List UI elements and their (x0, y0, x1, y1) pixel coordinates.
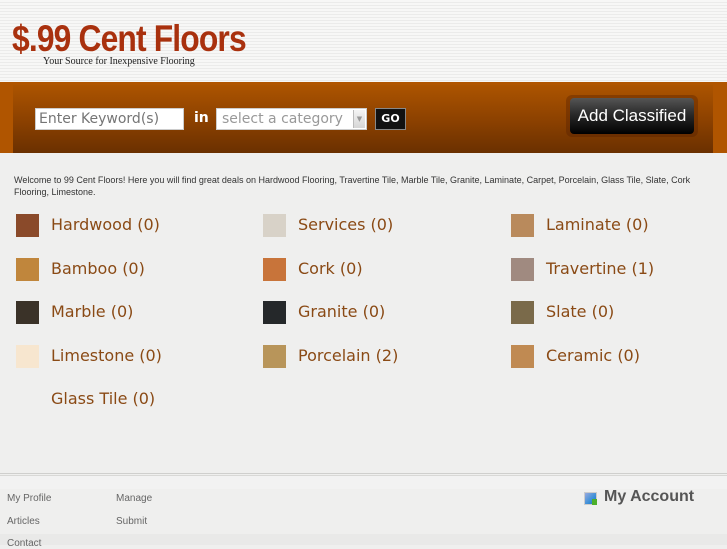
footer-link-submit[interactable]: Submit (116, 516, 147, 527)
footer-link-manage[interactable]: Manage (116, 493, 152, 504)
chevron-down-icon[interactable]: ▼ (353, 110, 365, 128)
my-account-label: My Account (604, 488, 695, 505)
category-link[interactable]: Travertine (1) (546, 258, 654, 280)
marble-thumb[interactable] (16, 301, 39, 324)
category-link[interactable]: Cork (0) (298, 258, 363, 280)
ceramic-thumb[interactable] (511, 345, 534, 368)
bamboo-thumb[interactable] (16, 258, 39, 281)
cork-thumb[interactable] (263, 258, 286, 281)
category-link[interactable]: Bamboo (0) (51, 258, 145, 280)
category-link[interactable]: Glass Tile (0) (51, 388, 155, 410)
category-link[interactable]: Marble (0) (51, 301, 133, 323)
keyword-search-input[interactable] (35, 108, 184, 130)
category-link[interactable]: Ceramic (0) (546, 345, 640, 367)
category-link[interactable]: Hardwood (0) (51, 214, 160, 236)
laminate-thumb[interactable] (511, 214, 534, 237)
account-icon (584, 492, 597, 505)
footer-link-contact[interactable]: Contact (7, 538, 41, 549)
limestone-thumb[interactable] (16, 345, 39, 368)
hardwood-thumb[interactable] (16, 214, 39, 237)
footer-band (0, 534, 727, 545)
slate-thumb[interactable] (511, 301, 534, 324)
granite-thumb[interactable] (263, 301, 286, 324)
category-link[interactable]: Limestone (0) (51, 345, 162, 367)
category-link[interactable]: Granite (0) (298, 301, 385, 323)
welcome-text: Welcome to 99 Cent Floors! Here you will… (14, 175, 691, 197)
site-header: $.99 Cent Floors Your Source for Inexpen… (0, 0, 727, 83)
category-link[interactable]: Slate (0) (546, 301, 614, 323)
footer-link-my-profile[interactable]: My Profile (7, 493, 51, 504)
category-link[interactable]: Laminate (0) (546, 214, 649, 236)
category-link[interactable]: Services (0) (298, 214, 393, 236)
category-link[interactable]: Porcelain (2) (298, 345, 398, 367)
site-tagline: Your Source for Inexpensive Flooring (43, 56, 195, 67)
go-button[interactable]: GO (375, 108, 406, 130)
footer-link-articles[interactable]: Articles (7, 516, 40, 527)
site-logo[interactable]: $.99 Cent Floors (12, 17, 247, 61)
category-select[interactable]: select a category ▼ (216, 108, 367, 130)
add-classified-button[interactable]: Add Classified (570, 98, 694, 134)
in-label: in (194, 110, 209, 126)
travertine-thumb[interactable] (511, 258, 534, 281)
footer-divider (0, 473, 727, 474)
category-select-value: select a category (222, 111, 343, 127)
porcelain-thumb[interactable] (263, 345, 286, 368)
services-thumb[interactable] (263, 214, 286, 237)
